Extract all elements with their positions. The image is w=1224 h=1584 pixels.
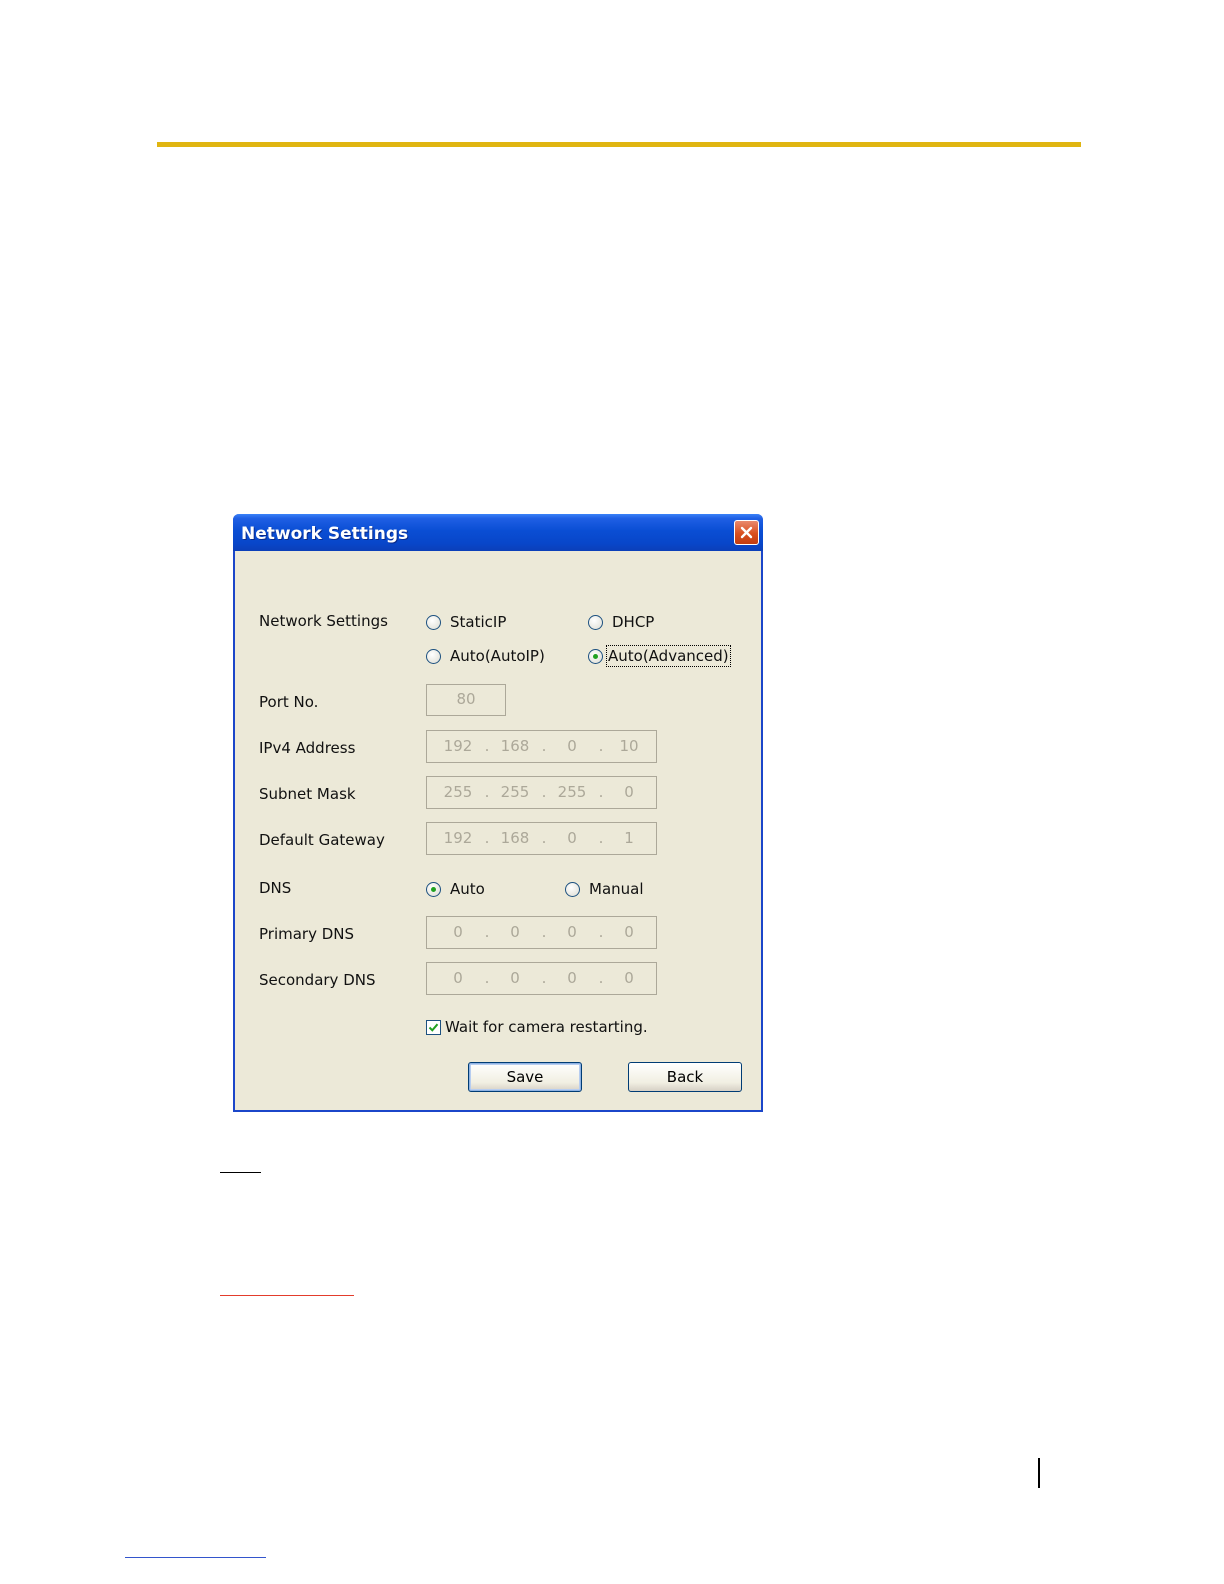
ip-octet: 0 (567, 829, 577, 847)
ip-dot: . (484, 783, 490, 801)
close-button[interactable] (734, 520, 759, 545)
port-value: 80 (456, 690, 476, 708)
wait-restart-checkbox[interactable]: Wait for camera restarting. (426, 1018, 648, 1036)
ip-dot: . (541, 923, 547, 941)
ip-octet: 192 (443, 737, 473, 755)
radio-circle (588, 614, 603, 630)
title-bar[interactable]: Network Settings (233, 514, 763, 551)
blue-link-underline (125, 1557, 266, 1558)
ip-octet: 0 (453, 923, 463, 941)
ip-dot: . (484, 923, 490, 941)
page-header-rule (157, 142, 1081, 147)
radio-auto-autoip-label: Auto(AutoIP) (450, 647, 545, 665)
ip-octet: 0 (510, 969, 520, 987)
red-link-underline (220, 1295, 354, 1296)
radio-static-ip-label: StaticIP (450, 613, 507, 631)
radio-dhcp[interactable]: DHCP (588, 613, 654, 631)
ip-octet: 255 (557, 783, 587, 801)
dns-label: DNS (259, 879, 292, 897)
radio-auto-autoip[interactable]: Auto(AutoIP) (426, 647, 545, 665)
radio-circle (426, 614, 441, 630)
ip-dot: . (598, 969, 604, 987)
radio-auto-advanced[interactable]: Auto(Advanced) (588, 645, 731, 667)
radio-dhcp-label: DHCP (612, 613, 655, 631)
ip-octet: 1 (624, 829, 634, 847)
note-underline (220, 1172, 261, 1173)
ip-dot: . (541, 737, 547, 755)
back-button[interactable]: Back (628, 1062, 742, 1092)
secondary-dns-input[interactable]: 0 . 0 . 0 . 0 (426, 962, 657, 995)
ip-dot: . (598, 737, 604, 755)
ip-dot: . (484, 969, 490, 987)
ip-octet: 0 (567, 923, 577, 941)
ip-octet: 0 (624, 969, 634, 987)
ip-octet: 0 (510, 923, 520, 941)
checkbox-box (426, 1019, 441, 1035)
radio-dns-manual-label: Manual (589, 880, 644, 898)
ip-dot: . (598, 783, 604, 801)
ip-octet: 168 (500, 829, 530, 847)
port-label: Port No. (259, 693, 319, 711)
ip-octet: 0 (567, 737, 577, 755)
ip-octet: 0 (453, 969, 463, 987)
ip-dot: . (541, 969, 547, 987)
ip-octet: 168 (500, 737, 530, 755)
primary-dns-input[interactable]: 0 . 0 . 0 . 0 (426, 916, 657, 949)
page-number-marker (1038, 1458, 1040, 1488)
radio-dns-manual[interactable]: Manual (565, 880, 644, 898)
subnet-input[interactable]: 255 . 255 . 255 . 0 (426, 776, 657, 809)
network-settings-dialog: Network Settings Network Settings Static… (233, 514, 763, 1112)
wait-restart-label: Wait for camera restarting. (445, 1018, 648, 1036)
ip-dot: . (484, 829, 490, 847)
ip-dot: . (541, 829, 547, 847)
ip-octet: 255 (500, 783, 530, 801)
radio-static-ip[interactable]: StaticIP (426, 613, 506, 631)
radio-circle-selected (426, 881, 441, 897)
checkmark-icon (428, 1023, 439, 1032)
close-icon (740, 526, 753, 539)
ip-octet: 10 (619, 737, 639, 755)
window-title: Network Settings (241, 524, 409, 544)
radio-circle-selected (588, 648, 603, 664)
network-settings-label: Network Settings (259, 612, 388, 630)
ip-octet: 0 (624, 923, 634, 941)
ip-dot: . (484, 737, 490, 755)
subnet-label: Subnet Mask (259, 785, 356, 803)
radio-circle (565, 881, 580, 897)
radio-auto-advanced-label: Auto(Advanced) (606, 645, 731, 667)
ip-octet: 255 (443, 783, 473, 801)
ipv4-input[interactable]: 192 . 168 . 0 . 10 (426, 730, 657, 763)
gateway-input[interactable]: 192 . 168 . 0 . 1 (426, 822, 657, 855)
ip-octet: 0 (624, 783, 634, 801)
radio-circle (426, 648, 441, 664)
ip-octet: 192 (443, 829, 473, 847)
ipv4-label: IPv4 Address (259, 739, 356, 757)
gateway-label: Default Gateway (259, 831, 385, 849)
radio-dns-auto-label: Auto (450, 880, 485, 898)
ip-dot: . (541, 783, 547, 801)
primary-dns-label: Primary DNS (259, 925, 355, 943)
radio-dns-auto[interactable]: Auto (426, 880, 485, 898)
ip-dot: . (598, 923, 604, 941)
save-button[interactable]: Save (468, 1062, 582, 1092)
secondary-dns-label: Secondary DNS (259, 971, 376, 989)
ip-dot: . (598, 829, 604, 847)
port-input[interactable]: 80 (426, 684, 506, 716)
ip-octet: 0 (567, 969, 577, 987)
